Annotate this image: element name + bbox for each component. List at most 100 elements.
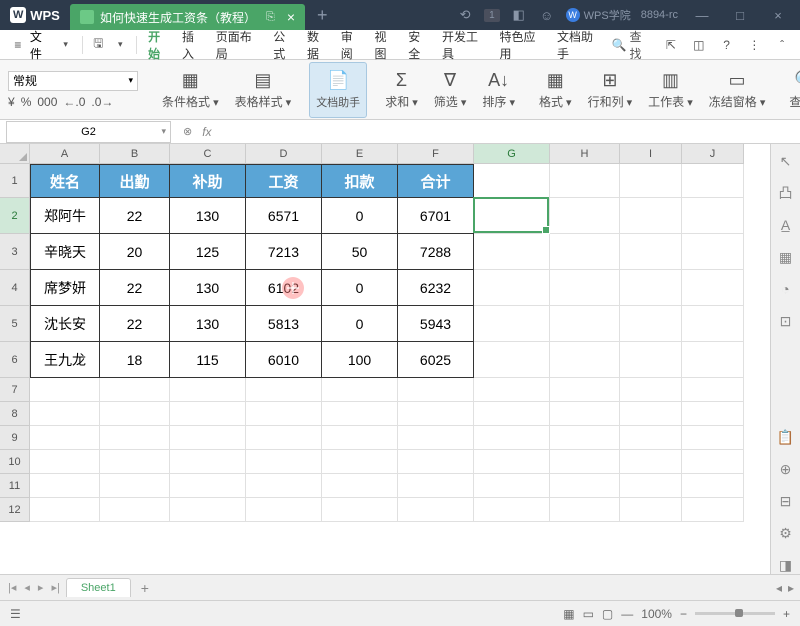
- menu-tab-5[interactable]: 审阅: [336, 30, 370, 60]
- font-icon[interactable]: A̲: [777, 216, 795, 234]
- cell-A2[interactable]: 郑阿牛: [30, 198, 100, 234]
- cell-F10[interactable]: [398, 450, 474, 474]
- cell-B12[interactable]: [100, 498, 170, 522]
- decimal-decrease-icon[interactable]: .0→: [91, 95, 113, 109]
- cell-D9[interactable]: [246, 426, 322, 450]
- cell-H1[interactable]: [550, 164, 620, 198]
- cell-H4[interactable]: [550, 270, 620, 306]
- hscroll-right[interactable]: ▸: [788, 581, 794, 595]
- cell-D3[interactable]: 7213: [246, 234, 322, 270]
- cell-F3[interactable]: 7288: [398, 234, 474, 270]
- cell-J3[interactable]: [682, 234, 744, 270]
- cell-C11[interactable]: [170, 474, 246, 498]
- menu-tab-2[interactable]: 页面布局: [211, 30, 269, 60]
- cell-E4[interactable]: 0: [322, 270, 398, 306]
- col-header-G[interactable]: G: [474, 144, 550, 164]
- row-header-10[interactable]: 10: [0, 450, 30, 474]
- cell-C1[interactable]: 补助: [170, 164, 246, 198]
- cell-C10[interactable]: [170, 450, 246, 474]
- cell-G6[interactable]: [474, 342, 550, 378]
- cell-I8[interactable]: [620, 402, 682, 426]
- cell-F5[interactable]: 5943: [398, 306, 474, 342]
- share-icon[interactable]: ⇱: [661, 35, 681, 55]
- cell-A3[interactable]: 辛晓天: [30, 234, 100, 270]
- sheet-nav-next[interactable]: ▸: [36, 581, 46, 594]
- cell-A9[interactable]: [30, 426, 100, 450]
- cell-E9[interactable]: [322, 426, 398, 450]
- cell-J12[interactable]: [682, 498, 744, 522]
- tab-close-icon[interactable]: ×: [287, 9, 295, 25]
- login-icon[interactable]: ☺: [538, 6, 556, 24]
- col-header-I[interactable]: I: [620, 144, 682, 164]
- percent-icon[interactable]: %: [21, 95, 32, 109]
- cell-I2[interactable]: [620, 198, 682, 234]
- cell-C8[interactable]: [170, 402, 246, 426]
- cell-H12[interactable]: [550, 498, 620, 522]
- cell-J2[interactable]: [682, 198, 744, 234]
- menu-tab-1[interactable]: 插入: [177, 30, 211, 60]
- cell-J7[interactable]: [682, 378, 744, 402]
- help-icon[interactable]: ?: [717, 35, 737, 55]
- cell-E5[interactable]: 0: [322, 306, 398, 342]
- backup-icon[interactable]: ⊡: [777, 312, 795, 330]
- cell-E6[interactable]: 100: [322, 342, 398, 378]
- col-header-E[interactable]: E: [322, 144, 398, 164]
- cell-F11[interactable]: [398, 474, 474, 498]
- cell-G9[interactable]: [474, 426, 550, 450]
- clipboard-icon[interactable]: 📋: [777, 428, 795, 446]
- row-header-4[interactable]: 4: [0, 270, 30, 306]
- name-box[interactable]: G2: [6, 121, 171, 143]
- new-tab-button[interactable]: +: [317, 5, 328, 26]
- row-header-6[interactable]: 6: [0, 342, 30, 378]
- cell-F1[interactable]: 合计: [398, 164, 474, 198]
- sheet-tab[interactable]: Sheet1: [66, 578, 131, 597]
- zoom-level[interactable]: 100%: [641, 607, 672, 621]
- cell-H11[interactable]: [550, 474, 620, 498]
- cell-F2[interactable]: 6701: [398, 198, 474, 234]
- col-header-A[interactable]: A: [30, 144, 100, 164]
- minimize-button[interactable]: —: [688, 5, 716, 25]
- cell-E12[interactable]: [322, 498, 398, 522]
- table-tool-icon[interactable]: ▦: [777, 248, 795, 266]
- col-header-F[interactable]: F: [398, 144, 474, 164]
- fx-icon[interactable]: fx: [198, 125, 215, 139]
- wps-academy-link[interactable]: WPS学院: [566, 7, 631, 23]
- document-tab[interactable]: 如何快速生成工资条（教程） ⎘ ×: [70, 4, 305, 30]
- cell-F4[interactable]: 6232: [398, 270, 474, 306]
- cell-I11[interactable]: [620, 474, 682, 498]
- help-panel-icon[interactable]: ◨: [777, 556, 795, 574]
- freeze-panes-button[interactable]: ▭冻结窗格 ▾: [703, 62, 772, 118]
- select-all-corner[interactable]: [0, 144, 30, 164]
- cell-A6[interactable]: 王九龙: [30, 342, 100, 378]
- cell-C4[interactable]: 130: [170, 270, 246, 306]
- cell-H5[interactable]: [550, 306, 620, 342]
- cell-H2[interactable]: [550, 198, 620, 234]
- cell-G10[interactable]: [474, 450, 550, 474]
- cell-E2[interactable]: 0: [322, 198, 398, 234]
- cell-D11[interactable]: [246, 474, 322, 498]
- cell-G12[interactable]: [474, 498, 550, 522]
- cell-J5[interactable]: [682, 306, 744, 342]
- status-menu-icon[interactable]: ☰: [10, 607, 21, 621]
- sort-button[interactable]: A↓排序 ▾: [476, 62, 521, 118]
- row-col-button[interactable]: ⊞行和列 ▾: [582, 62, 639, 118]
- cell-D7[interactable]: [246, 378, 322, 402]
- row-header-5[interactable]: 5: [0, 306, 30, 342]
- pin-icon[interactable]: ⎘: [266, 11, 275, 24]
- sheet-nav-prev[interactable]: ◂: [22, 581, 32, 594]
- close-button[interactable]: ×: [764, 5, 792, 25]
- cell-I12[interactable]: [620, 498, 682, 522]
- menu-tab-7[interactable]: 安全: [403, 30, 437, 60]
- cell-B10[interactable]: [100, 450, 170, 474]
- menu-tab-9[interactable]: 特色应用: [495, 30, 553, 60]
- menu-tab-0[interactable]: 开始: [143, 30, 177, 60]
- cell-G1[interactable]: [474, 164, 550, 198]
- notification-badge[interactable]: 1: [484, 9, 500, 22]
- cell-C9[interactable]: [170, 426, 246, 450]
- cell-E1[interactable]: 扣款: [322, 164, 398, 198]
- col-header-D[interactable]: D: [246, 144, 322, 164]
- cell-F8[interactable]: [398, 402, 474, 426]
- row-header-12[interactable]: 12: [0, 498, 30, 522]
- cell-B5[interactable]: 22: [100, 306, 170, 342]
- cells-grid[interactable]: 姓名出勤补助工资扣款合计郑阿牛22130657106701辛晓天20125721…: [30, 164, 770, 574]
